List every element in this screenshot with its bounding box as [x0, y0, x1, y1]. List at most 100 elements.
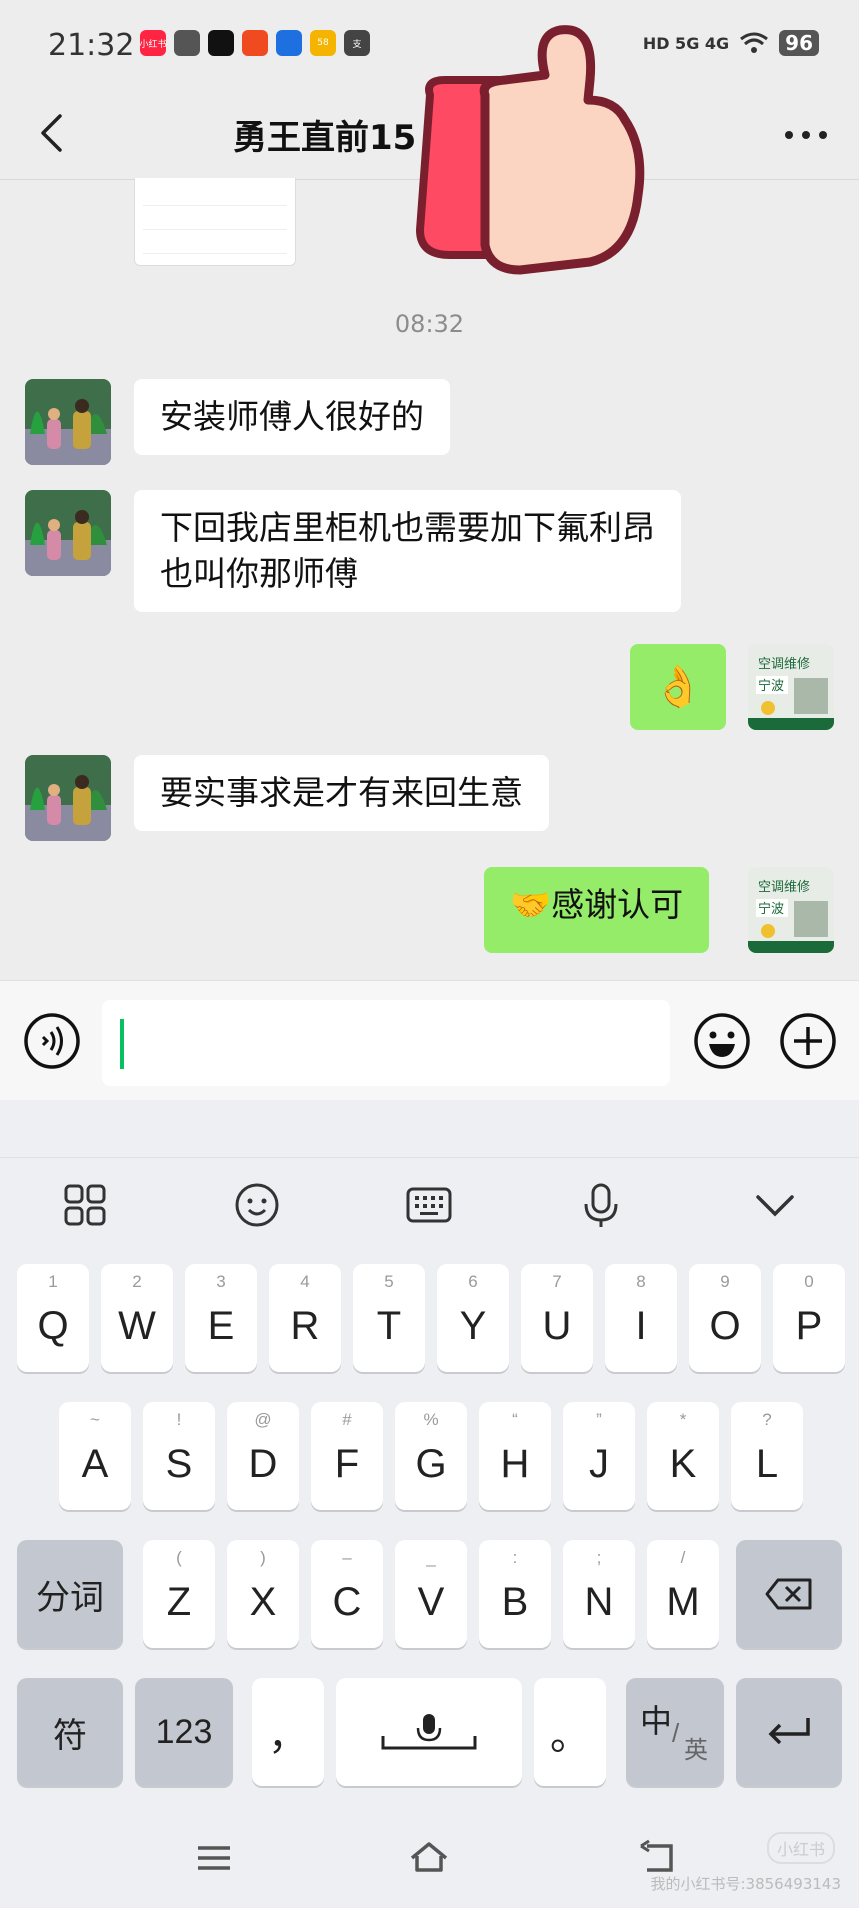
key-secondary-label: 5 — [384, 1272, 394, 1291]
back-arrow-icon[interactable] — [28, 108, 78, 158]
alipay-app-icon: 支 — [344, 30, 370, 56]
enter-key[interactable] — [736, 1678, 842, 1786]
key-secondary-label: “ — [512, 1410, 518, 1429]
key-o[interactable]: 9O — [689, 1264, 761, 1372]
outgoing-message-bubble[interactable]: 🤝感谢认可 — [484, 867, 710, 953]
card-row — [143, 230, 287, 254]
key-secondary-label: / — [680, 1548, 686, 1567]
incoming-message-bubble[interactable]: 安装师傅人很好的 — [134, 379, 450, 455]
key-f[interactable]: # F — [311, 1402, 383, 1510]
watermark-text: 我的小红书号:3856493143 — [650, 1875, 842, 1893]
app-icon-4 — [242, 30, 268, 56]
lang-separator: / — [672, 1718, 680, 1748]
self-avatar-line1: 空调维修 — [758, 657, 810, 672]
key-label: R — [290, 1303, 320, 1348]
thumbs-up-sticker-icon — [415, 25, 645, 275]
key-i[interactable]: 8I — [605, 1264, 677, 1372]
emoji-face-icon[interactable] — [232, 1180, 282, 1230]
keyboard-top-spacer — [0, 1100, 859, 1158]
key-v[interactable]: _ V — [395, 1540, 467, 1648]
system-nav-bar: 小红书 我的小红书号:3856493143 — [0, 1808, 859, 1908]
shared-card-message[interactable] — [134, 178, 296, 266]
period-key[interactable]: 。 — [534, 1678, 606, 1786]
key-h[interactable]: “H — [479, 1402, 551, 1510]
numeric-key[interactable]: 123 — [135, 1678, 233, 1786]
key-x[interactable]: ) X — [227, 1540, 299, 1648]
key-w[interactable]: 2W — [101, 1264, 173, 1372]
key-label: L — [755, 1441, 779, 1486]
keyboard-icon[interactable] — [404, 1180, 454, 1230]
watermark-logo: 小红书 — [766, 1832, 835, 1864]
key-label: F — [334, 1441, 360, 1486]
comma-key[interactable]: ， — [252, 1678, 324, 1786]
card-row — [143, 182, 287, 206]
key-n[interactable]: ; N — [563, 1540, 635, 1648]
key-secondary-label: * — [679, 1410, 687, 1429]
key-l[interactable]: ? L — [731, 1402, 803, 1510]
key-b[interactable]: :B — [479, 1540, 551, 1648]
outgoing-message-bubble[interactable]: 👌 — [630, 644, 726, 730]
key-label: M — [666, 1579, 700, 1624]
key-secondary-label: 2 — [132, 1272, 142, 1291]
key-r[interactable]: 4R — [269, 1264, 341, 1372]
key-p[interactable]: 0P — [773, 1264, 845, 1372]
incoming-message-bubble[interactable]: 要实事求是才有来回生意 — [134, 755, 549, 831]
key-label: ， — [268, 1714, 308, 1758]
contact-avatar[interactable] — [25, 490, 111, 576]
self-avatar[interactable]: 空调维修 宁波 — [748, 644, 834, 730]
key-m[interactable]: / M — [647, 1540, 719, 1648]
key-d[interactable]: @ D — [227, 1402, 299, 1510]
key-secondary-label: 9 — [720, 1272, 730, 1291]
key-secondary-label: ~ — [90, 1410, 100, 1429]
key-secondary-label: 4 — [300, 1272, 310, 1291]
incoming-message-bubble[interactable]: 下回我店里柜机也需要加下氟利昂 也叫你那师傅 — [134, 490, 681, 612]
language-switch-key[interactable]: 中 / 英 — [626, 1678, 724, 1786]
key-secondary-label: ” — [596, 1410, 602, 1429]
voice-input-icon[interactable] — [22, 1011, 82, 1071]
menu-nav-icon[interactable] — [192, 1836, 236, 1880]
contact-avatar[interactable] — [25, 755, 111, 841]
key-g[interactable]: % G — [395, 1402, 467, 1510]
key-label: Q — [37, 1303, 69, 1348]
key-label: N — [584, 1579, 614, 1624]
contact-avatar[interactable] — [25, 379, 111, 465]
key-t[interactable]: 5T — [353, 1264, 425, 1372]
key-e[interactable]: 3E — [185, 1264, 257, 1372]
key-j[interactable]: ” J — [563, 1402, 635, 1510]
key-secondary-label: 0 — [804, 1272, 814, 1291]
self-avatar[interactable]: 空调维修 宁波 — [748, 867, 834, 953]
app-icon-5 — [276, 30, 302, 56]
key-z[interactable]: (Z — [143, 1540, 215, 1648]
self-avatar-line1: 空调维修 — [758, 880, 810, 895]
chat-title[interactable]: 勇王直前15 — [233, 110, 416, 159]
key-u[interactable]: 7U — [521, 1264, 593, 1372]
delete-key[interactable] — [736, 1540, 842, 1648]
keyboard-toolbar — [0, 1158, 859, 1248]
space-key[interactable] — [336, 1678, 522, 1786]
key-secondary-label: # — [342, 1410, 352, 1429]
more-options-icon[interactable] — [781, 110, 831, 160]
key-label: P — [795, 1303, 823, 1348]
key-secondary-label: ; — [596, 1548, 602, 1567]
microphone-icon[interactable] — [576, 1180, 626, 1230]
emoji-icon[interactable] — [692, 1011, 752, 1071]
plus-icon[interactable] — [778, 1011, 838, 1071]
key-c[interactable]: – C — [311, 1540, 383, 1648]
key-y[interactable]: 6Y — [437, 1264, 509, 1372]
lang-en-label: 英 — [684, 1737, 708, 1764]
key-label: H — [500, 1441, 530, 1486]
self-avatar-line2: 宁波 — [758, 901, 784, 917]
key-q[interactable]: 1Q — [17, 1264, 89, 1372]
grid-apps-icon[interactable] — [60, 1180, 110, 1230]
segment-key[interactable]: 分词 — [17, 1540, 123, 1648]
douyin-app-icon — [208, 30, 234, 56]
key-secondary-label: 8 — [636, 1272, 646, 1291]
key-label: B — [501, 1579, 529, 1624]
key-k[interactable]: * K — [647, 1402, 719, 1510]
key-a[interactable]: ~ A — [59, 1402, 131, 1510]
symbol-key[interactable]: 符 — [17, 1678, 123, 1786]
collapse-chevron-down-icon[interactable] — [750, 1180, 800, 1230]
message-text-input[interactable] — [102, 1000, 670, 1086]
home-nav-icon[interactable] — [407, 1836, 451, 1880]
key-s[interactable]: ! S — [143, 1402, 215, 1510]
